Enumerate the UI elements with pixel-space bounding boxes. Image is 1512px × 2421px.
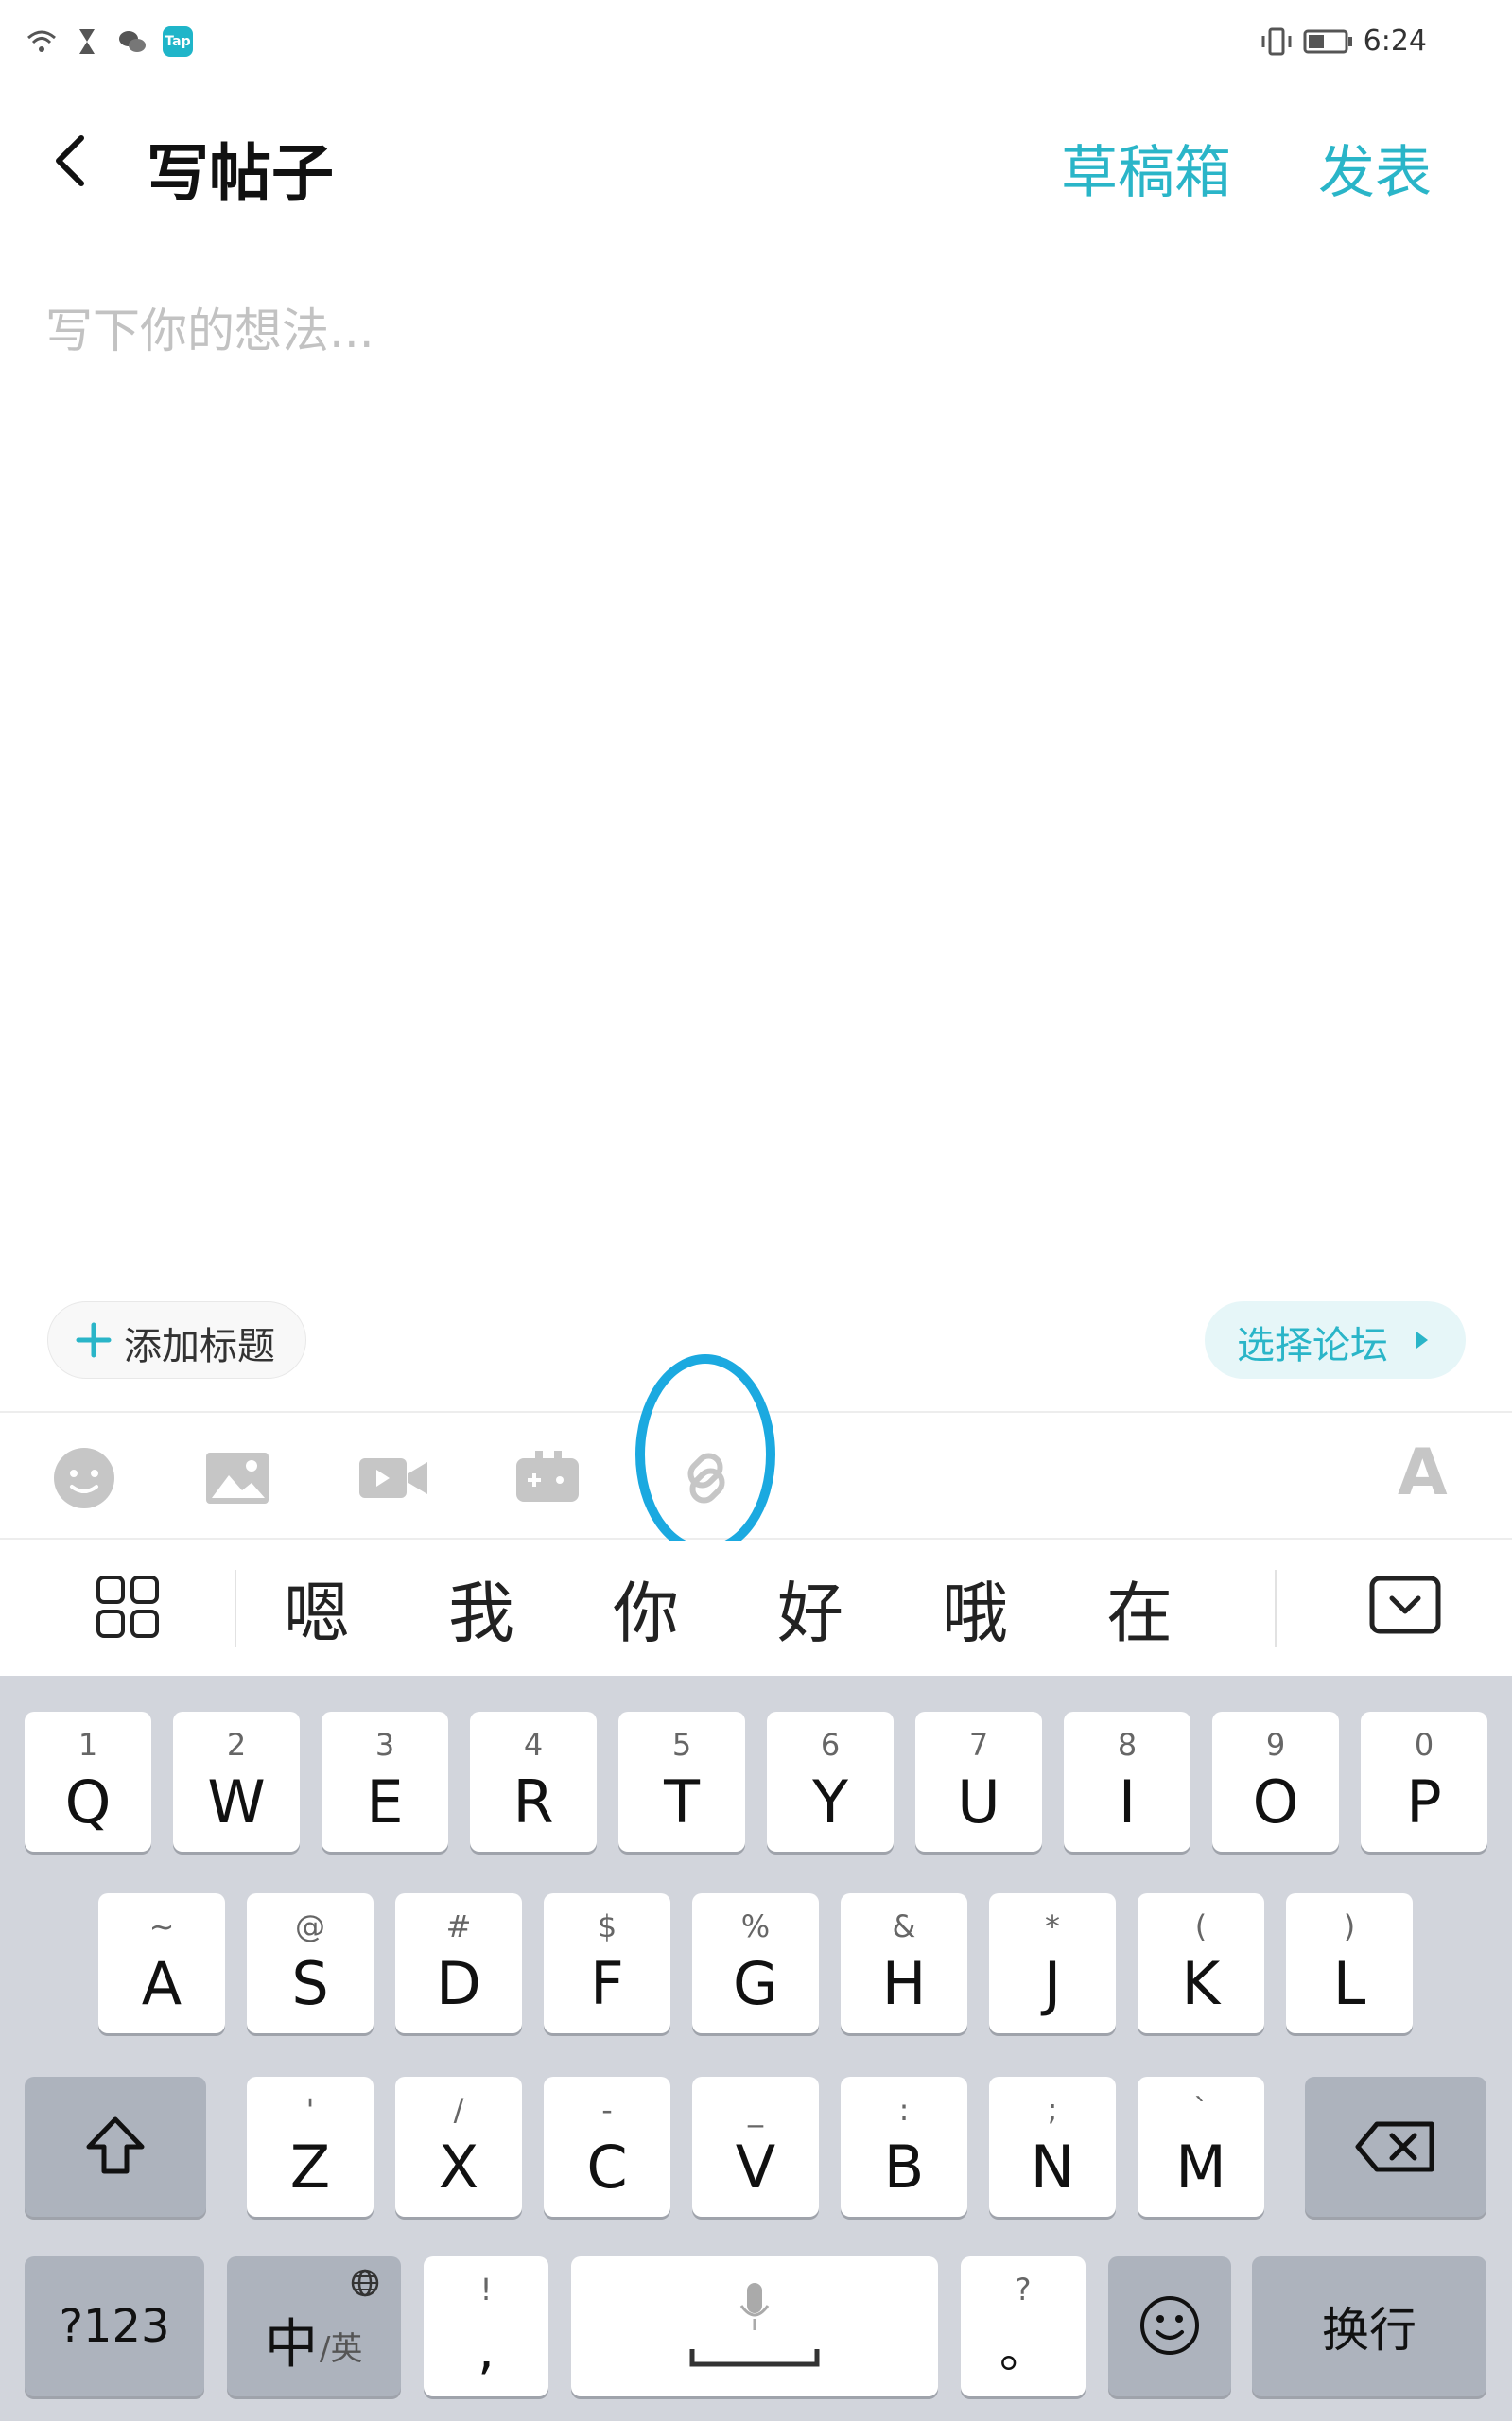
key-w[interactable]: 2W xyxy=(173,1712,300,1852)
status-bar: Tap 6:24 xyxy=(0,0,1512,87)
space-key[interactable] xyxy=(571,2256,938,2396)
add-title-button[interactable]: 添加标题 xyxy=(47,1301,306,1379)
enter-key[interactable]: 换行 xyxy=(1252,2256,1486,2396)
smiley-icon xyxy=(1140,2296,1199,2355)
key-v[interactable]: _ V xyxy=(692,2077,819,2217)
language-switch-key[interactable]: 中 /英 xyxy=(227,2256,401,2396)
post-editor-screen: Tap 6:24 写帖子 草稿箱 发表 写下你的想法... 添加标题 选择论坛 … xyxy=(0,0,1512,2421)
key-j[interactable]: * J xyxy=(989,1893,1116,2033)
ime-menu-icon[interactable] xyxy=(95,1574,161,1640)
select-forum-button[interactable]: 选择论坛 xyxy=(1205,1301,1466,1379)
symbols-key[interactable]: ?123 xyxy=(25,2256,204,2396)
key-c[interactable]: -C xyxy=(544,2077,670,2217)
status-time: 6:24 xyxy=(1363,25,1427,58)
candidate-1[interactable]: 嗯 xyxy=(284,1560,350,1656)
status-left-icons: Tap xyxy=(26,26,193,57)
battery-icon xyxy=(1303,29,1352,53)
comma-key[interactable]: ! , xyxy=(424,2256,548,2396)
key-n[interactable]: ; N xyxy=(989,2077,1116,2217)
key-k[interactable]: (K xyxy=(1138,1893,1264,2033)
highlight-ring xyxy=(635,1354,775,1555)
hourglass-icon xyxy=(79,29,95,54)
backspace-icon xyxy=(1355,2121,1434,2172)
key-e[interactable]: 3E xyxy=(322,1712,448,1852)
back-icon[interactable] xyxy=(47,131,95,191)
key-p[interactable]: 0P xyxy=(1361,1712,1487,1852)
globe-icon xyxy=(351,2269,379,2297)
candidate-3[interactable]: 你 xyxy=(613,1560,679,1656)
key-i[interactable]: 8I xyxy=(1064,1712,1190,1852)
candidate-divider xyxy=(235,1570,236,1647)
caret-right-icon xyxy=(1416,1332,1428,1349)
key-s[interactable]: @ S xyxy=(247,1893,374,2033)
candidate-divider xyxy=(1275,1570,1277,1647)
image-icon[interactable] xyxy=(204,1445,270,1511)
lang-sub-label: /英 xyxy=(320,2330,363,2368)
vibrate-icon xyxy=(1261,27,1292,55)
wechat-icon xyxy=(119,31,146,52)
select-forum-label: 选择论坛 xyxy=(1237,1324,1388,1367)
key-q[interactable]: 1Q xyxy=(25,1712,151,1852)
shift-key[interactable] xyxy=(25,2077,206,2217)
add-title-label: 添加标题 xyxy=(124,1325,275,1368)
key-b[interactable]: :B xyxy=(841,2077,967,2217)
soft-keyboard: 1Q 2W 3E 4R 5T 6Y 7U 8I 9O 0P ~ A @ S # D $… xyxy=(0,1676,1512,2421)
video-icon[interactable] xyxy=(357,1445,429,1511)
ime-candidate-bar: 嗯 我 你 好 哦 在 xyxy=(0,1541,1512,1676)
backspace-key[interactable] xyxy=(1305,2077,1486,2217)
plus-icon xyxy=(76,1322,112,1358)
microphone-icon xyxy=(739,2283,770,2330)
space-bar-icon xyxy=(689,2349,820,2367)
font-style-button[interactable]: A xyxy=(1398,1436,1454,1510)
key-m[interactable]: ` M xyxy=(1138,2077,1264,2217)
emoji-icon[interactable] xyxy=(51,1445,117,1511)
key-g[interactable]: % G xyxy=(692,1893,819,2033)
emoji-key[interactable] xyxy=(1108,2256,1231,2396)
publish-button[interactable]: 发表 xyxy=(1318,127,1432,209)
period-key[interactable]: ? 。 xyxy=(961,2256,1086,2396)
taptap-icon: Tap xyxy=(163,26,193,57)
wifi-icon xyxy=(27,30,56,52)
candidate-2[interactable]: 我 xyxy=(448,1560,514,1656)
key-l[interactable]: ) L xyxy=(1286,1893,1413,2033)
keyboard-hide-icon[interactable] xyxy=(1369,1576,1441,1634)
key-d[interactable]: # D xyxy=(395,1893,522,2033)
app-bar: 写帖子 草稿箱 发表 xyxy=(0,113,1512,218)
key-z[interactable]: ' Z xyxy=(247,2077,374,2217)
key-f[interactable]: $ F xyxy=(544,1893,670,2033)
key-t[interactable]: 5T xyxy=(618,1712,745,1852)
page-title: 写帖子 xyxy=(147,137,334,210)
lang-main-label: 中 xyxy=(265,2314,318,2376)
key-r[interactable]: 4R xyxy=(470,1712,597,1852)
key-a[interactable]: ~ A xyxy=(98,1893,225,2033)
key-x[interactable]: / X xyxy=(395,2077,522,2217)
candidate-5[interactable]: 哦 xyxy=(942,1560,1008,1656)
key-h[interactable]: & H xyxy=(841,1893,967,2033)
candidate-6[interactable]: 在 xyxy=(1106,1560,1173,1656)
status-right-icons: 6:24 xyxy=(1260,25,1427,58)
key-o[interactable]: 9O xyxy=(1212,1712,1339,1852)
key-u[interactable]: 7U xyxy=(915,1712,1042,1852)
post-content-input[interactable]: 写下你的想法... xyxy=(45,293,1464,1239)
candidate-4[interactable]: 好 xyxy=(777,1560,843,1656)
key-y[interactable]: 6Y xyxy=(767,1712,894,1852)
game-icon[interactable] xyxy=(514,1445,581,1511)
shift-icon xyxy=(86,2116,145,2174)
drafts-button[interactable]: 草稿箱 xyxy=(1061,127,1231,209)
